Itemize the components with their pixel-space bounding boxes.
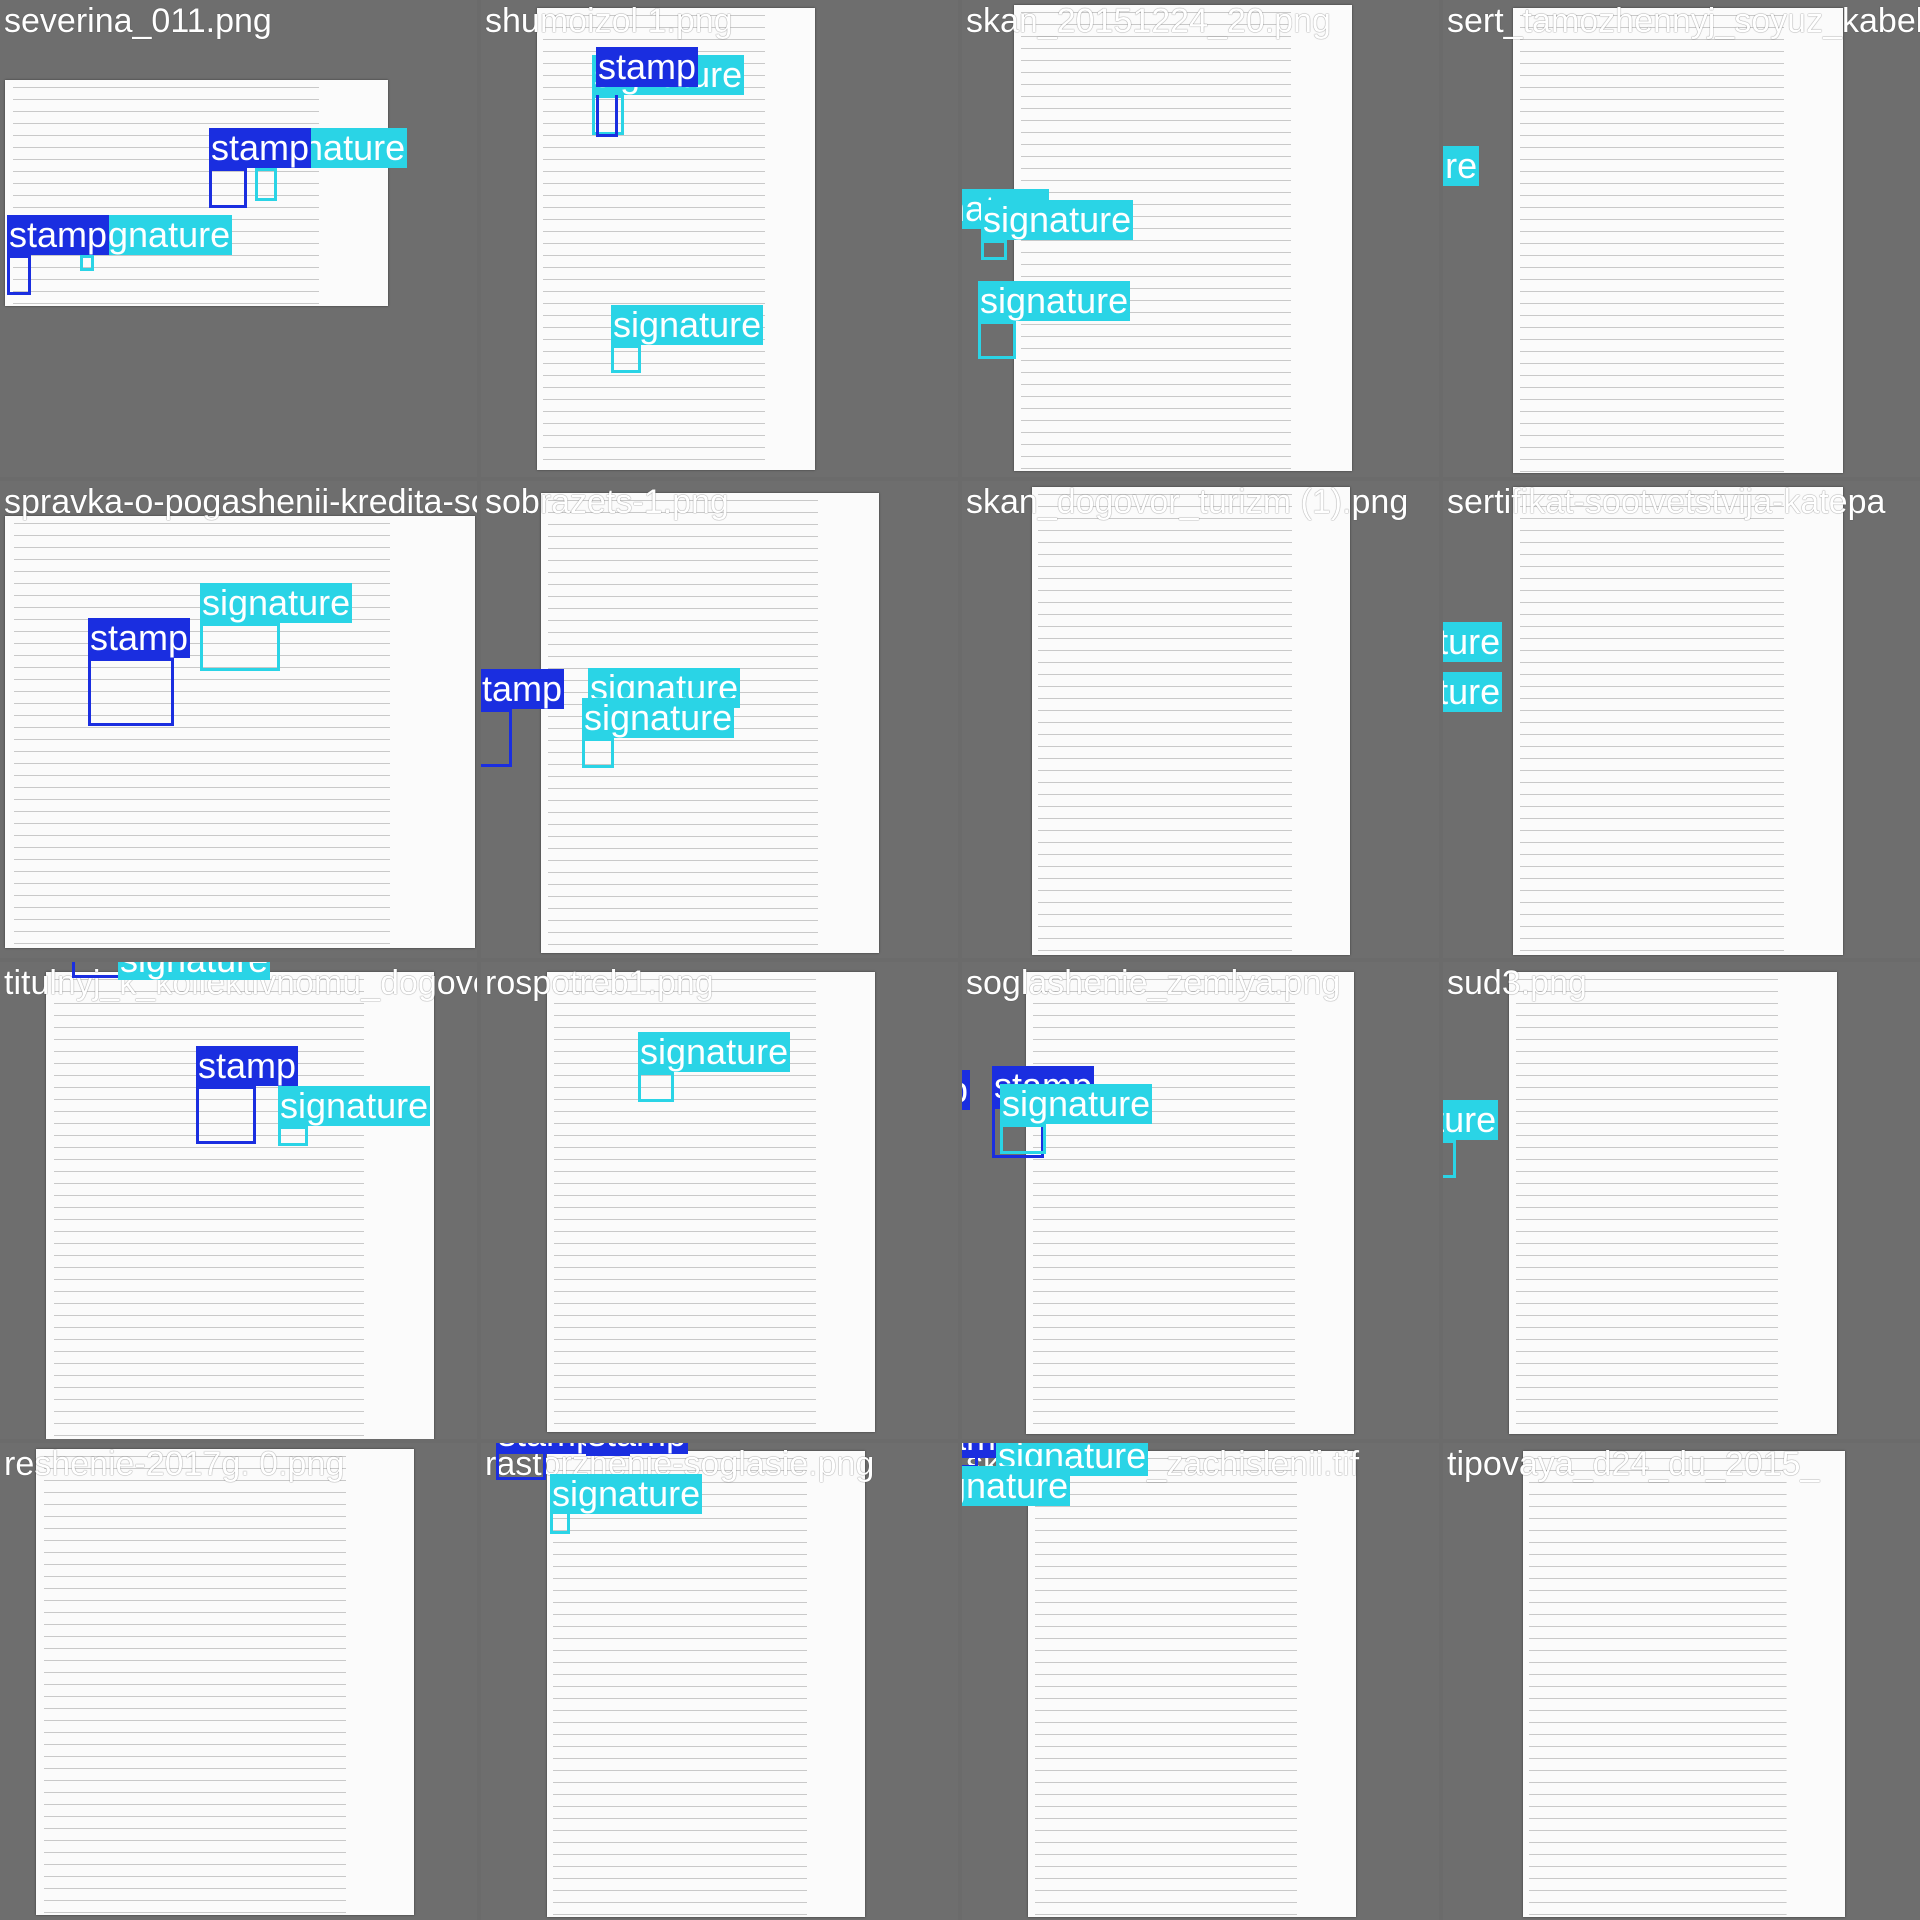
tile-13[interactable]: reshenie-2017g. 0.pngstamp bbox=[0, 1443, 477, 1920]
stamp-label: stamp bbox=[7, 214, 110, 255]
signature-detection-box bbox=[80, 255, 94, 271]
signature-label: signature bbox=[978, 280, 1131, 321]
document-page bbox=[36, 1449, 414, 1915]
signature-label: signature bbox=[1000, 1083, 1153, 1124]
tile-filename: soglashenie_zemlya.png bbox=[966, 964, 1341, 1002]
tile-8[interactable]: sertifikat-sootvetstvija-katepastampsign… bbox=[1443, 481, 1920, 958]
tile-filename: skan_dogovor_turizm (1).png bbox=[966, 483, 1409, 521]
tile-filename: sobrazets-1.png bbox=[485, 483, 729, 521]
signature-detection-box bbox=[978, 321, 1016, 359]
signature-detection-box bbox=[611, 345, 641, 373]
document-page bbox=[1523, 1451, 1845, 1917]
signature-detection-box bbox=[1443, 1140, 1456, 1178]
stamp-label: stamp bbox=[196, 1045, 299, 1086]
stamp-label: stamp bbox=[962, 1070, 971, 1110]
signature-label: signature bbox=[962, 1466, 1071, 1506]
tile-4[interactable]: sert_tamozhennyj_soyuz_kabelnye_linii_zo… bbox=[1443, 0, 1920, 477]
tile-6[interactable]: sobrazets-1.pngstampsignaturesignature bbox=[481, 481, 958, 958]
document-page bbox=[1028, 1451, 1356, 1917]
signature-detection-box bbox=[638, 1072, 674, 1102]
stamp-detection-box bbox=[88, 658, 174, 726]
stamp-label: stamp bbox=[596, 46, 699, 87]
document-page bbox=[46, 972, 434, 1439]
tile-11[interactable]: soglashenie_zemlya.pngstampsignaturestam… bbox=[962, 962, 1439, 1439]
signature-label: signature bbox=[1443, 1100, 1499, 1140]
document-page bbox=[1509, 972, 1837, 1434]
tile-filename: skan_20151224_20.png bbox=[966, 2, 1331, 40]
tile-1[interactable]: severina_011.png signature stamp signature s… bbox=[0, 0, 477, 477]
image-grid: severina_011.png signature stamp signature s… bbox=[0, 0, 1920, 1920]
tile-filename: severina_011.png bbox=[4, 2, 272, 40]
document-page bbox=[5, 516, 475, 948]
tile-3[interactable]: skan_20151224_20.pngsignaturesignaturesi… bbox=[962, 0, 1439, 477]
tile-filename: rospotreb1.png bbox=[485, 964, 714, 1002]
stamp-label: stamp bbox=[481, 669, 565, 709]
stamp-detection-box bbox=[7, 255, 31, 295]
signature-detection-box bbox=[1000, 1124, 1046, 1154]
tile-filename: tipovaya_d24_du_2015_ bbox=[1447, 1445, 1820, 1483]
signature-label: signature bbox=[1443, 146, 1480, 186]
signature-detection-box bbox=[582, 738, 614, 768]
document-page bbox=[1032, 487, 1350, 955]
tile-filename: sud3.png bbox=[1447, 964, 1587, 1002]
tile-10[interactable]: rospotreb1.png signature bbox=[481, 962, 958, 1439]
signature-detection-box bbox=[200, 623, 280, 671]
stamp-label: stamp bbox=[586, 1443, 689, 1454]
signature-label: signature bbox=[200, 582, 353, 623]
stamp-label: stamp bbox=[496, 1443, 599, 1454]
stamp-label: stamp bbox=[209, 127, 312, 168]
stamp-detection-box bbox=[196, 1086, 256, 1144]
signature-label: signature bbox=[550, 1473, 703, 1514]
signature-label: signature bbox=[1443, 672, 1503, 712]
signature-detection-box bbox=[981, 240, 1007, 260]
stamp-detection-box bbox=[209, 168, 247, 208]
signature-label: signature bbox=[582, 697, 735, 738]
tile-5[interactable]: spravka-o-pogashenii-kredita-sobrazets.p… bbox=[0, 481, 477, 958]
tile-9[interactable]: titulnyj_k_kollektivnomu_dogovoru.pngsta… bbox=[0, 962, 477, 1439]
signature-label: signature bbox=[611, 304, 764, 345]
tile-filename: sertifikat-sootvetstvija-katepa bbox=[1447, 483, 1886, 521]
document-page bbox=[547, 1451, 865, 1917]
tile-filename: shumoizol 1.png bbox=[485, 2, 733, 40]
stamp-label: stamp bbox=[88, 617, 191, 658]
tile-7[interactable]: skan_dogovor_turizm (1).pngstampsignatur… bbox=[962, 481, 1439, 958]
signature-label: signature bbox=[981, 199, 1134, 240]
tile-16[interactable]: tipovaya_d24_du_2015_stampstamp bbox=[1443, 1443, 1920, 1920]
stamp-detection-box bbox=[481, 709, 512, 767]
tile-14[interactable]: rastorzhenie-soglasie.pngstampstampsigna… bbox=[481, 1443, 958, 1920]
signature-detection-box bbox=[255, 168, 277, 201]
tile-2[interactable]: shumoizol 1.pngsignaturestampsignature bbox=[481, 0, 958, 477]
tile-filename: spravka-o-pogashenii-kredita-sobrazets.p… bbox=[4, 483, 477, 521]
document-page bbox=[1513, 8, 1843, 473]
tile-15[interactable]: skan_prikaz_zachislenii.tifstampsignatur… bbox=[962, 1443, 1439, 1920]
signature-label: signature bbox=[1443, 622, 1503, 662]
signature-label: signature bbox=[638, 1031, 791, 1072]
document-page bbox=[1026, 972, 1354, 1434]
document-page bbox=[1513, 487, 1843, 955]
signature-label: signature bbox=[118, 962, 271, 980]
tile-filename: reshenie-2017g. 0.png bbox=[4, 1445, 345, 1483]
signature-detection-box bbox=[278, 1126, 308, 1146]
signature-label: signature bbox=[278, 1085, 431, 1126]
tile-filename: sert_tamozhennyj_soyuz_kabelnye_linii_zo… bbox=[1447, 2, 1920, 40]
document-page bbox=[5, 80, 388, 306]
tile-12[interactable]: sud3.pngstampsignature bbox=[1443, 962, 1920, 1439]
